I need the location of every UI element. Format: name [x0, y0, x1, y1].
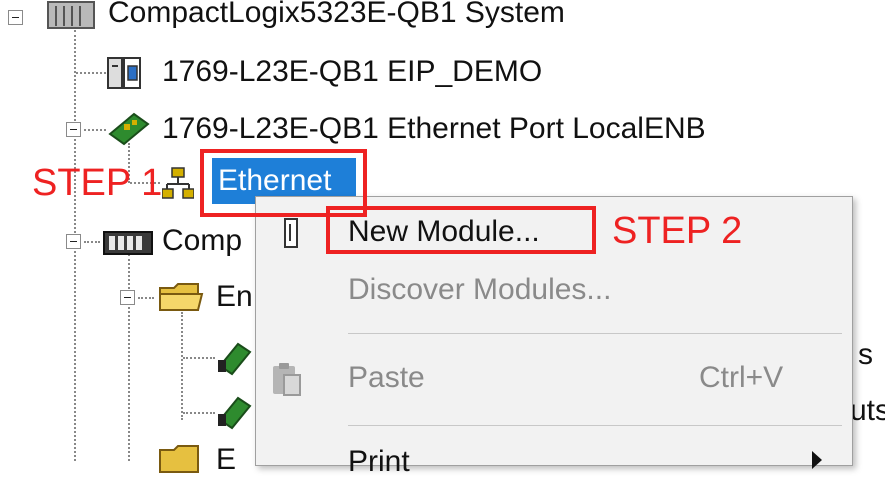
menu-item-paste[interactable]: Paste Ctrl+V — [256, 355, 852, 405]
step1-label: STEP 1 — [32, 162, 163, 204]
module-icon — [218, 396, 252, 430]
folder-icon — [159, 283, 204, 311]
network-card-icon — [108, 112, 150, 146]
menu-item-discover-modules[interactable]: Discover Modules... — [256, 267, 852, 313]
collapse-toggle[interactable] — [66, 234, 81, 249]
tree-line — [181, 312, 183, 420]
backplane-icon — [103, 231, 153, 255]
tree-item-comp[interactable]: Comp — [162, 226, 242, 256]
paste-icon — [273, 363, 301, 396]
step2-highlight-box — [326, 206, 596, 254]
tree-item-root[interactable]: CompactLogix5323E-QB1 System — [108, 0, 565, 28]
tree-item-partial-uts: uts — [850, 394, 885, 427]
collapse-toggle[interactable] — [66, 122, 81, 137]
menu-item-print[interactable]: Print — [256, 441, 852, 481]
tree-line — [84, 241, 100, 243]
collapse-toggle[interactable] — [120, 290, 135, 305]
tree-item-en[interactable]: En — [216, 282, 253, 312]
tree-line — [84, 129, 106, 131]
tree-line — [128, 254, 130, 461]
menu-separator — [348, 333, 842, 334]
tree-line — [138, 297, 154, 299]
tree-line — [183, 412, 215, 414]
collapse-toggle[interactable] — [8, 10, 23, 25]
controller-icon — [107, 57, 141, 89]
new-module-icon — [284, 218, 298, 248]
tree-item-ethernet-port[interactable]: 1769-L23E-QB1 Ethernet Port LocalENB — [162, 114, 706, 144]
tree-line — [183, 357, 215, 359]
system-chassis-icon — [47, 1, 95, 29]
menu-label-print: Print — [348, 445, 410, 478]
menu-label-discover-modules: Discover Modules... — [348, 273, 612, 306]
module-icon — [218, 342, 252, 376]
submenu-arrow-icon — [812, 451, 822, 469]
menu-shortcut-paste: Ctrl+V — [699, 361, 784, 394]
folder-icon — [159, 445, 199, 473]
step2-label: STEP 2 — [612, 210, 743, 252]
tree-item-controller[interactable]: 1769-L23E-QB1 EIP_DEMO — [162, 57, 542, 87]
tree-line — [76, 72, 106, 74]
menu-label-paste: Paste — [348, 361, 425, 394]
menu-separator — [348, 425, 842, 426]
tree-item-e[interactable]: E — [216, 445, 236, 475]
tree-item-partial-s: s — [858, 338, 873, 371]
network-icon — [162, 167, 194, 199]
